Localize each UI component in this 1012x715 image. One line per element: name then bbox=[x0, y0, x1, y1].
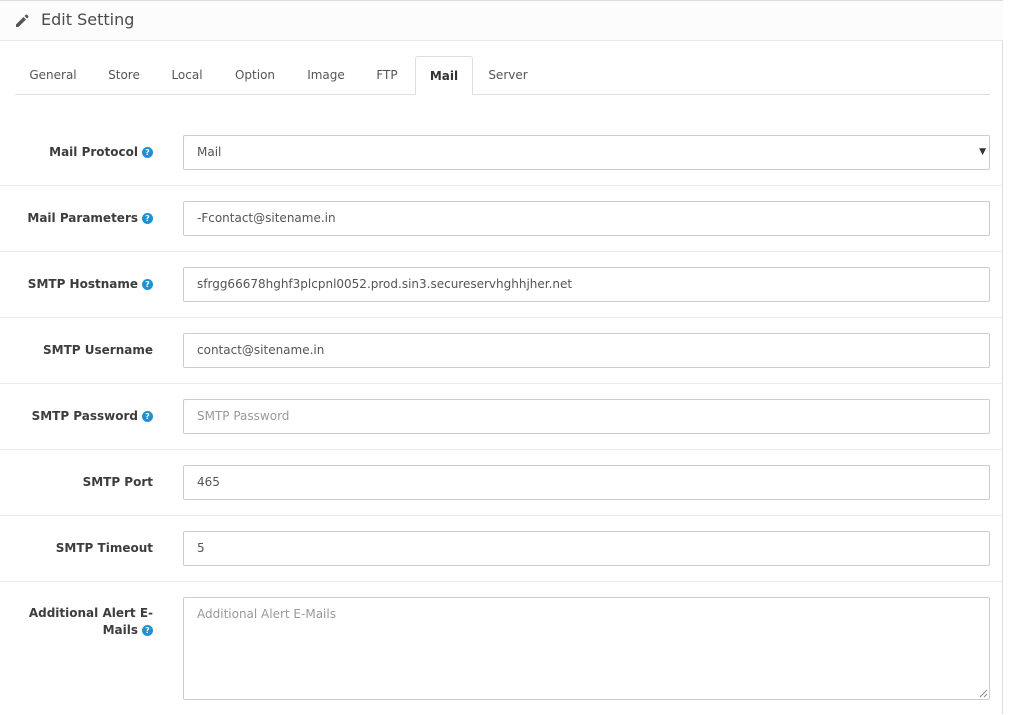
panel-heading: Edit Setting bbox=[0, 1, 1003, 41]
help-icon[interactable]: ? bbox=[142, 213, 153, 224]
alert-emails-placeholder: Additional Alert E-Mails bbox=[197, 607, 336, 621]
mail-parameters-label-text: Mail Parameters bbox=[27, 211, 138, 225]
pencil-icon bbox=[16, 14, 29, 27]
form-row-smtp-timeout: SMTP Timeout 5 bbox=[0, 516, 1003, 582]
tab-local[interactable]: Local bbox=[157, 56, 217, 95]
smtp-timeout-input[interactable]: 5 bbox=[183, 531, 990, 566]
help-icon[interactable]: ? bbox=[142, 147, 153, 158]
smtp-port-label: SMTP Port bbox=[82, 475, 153, 489]
smtp-port-input[interactable]: 465 bbox=[183, 465, 990, 500]
tab-store[interactable]: Store bbox=[91, 56, 157, 95]
mail-protocol-select[interactable]: Mail ▼ bbox=[183, 135, 990, 170]
settings-panel: Edit Setting General Store Local Option … bbox=[0, 0, 1003, 714]
mail-parameters-input[interactable]: -Fcontact@sitename.in bbox=[183, 201, 990, 236]
smtp-timeout-label: SMTP Timeout bbox=[55, 541, 153, 555]
help-icon[interactable]: ? bbox=[142, 279, 153, 290]
tab-ftp[interactable]: FTP bbox=[359, 56, 415, 95]
tab-option[interactable]: Option bbox=[217, 56, 293, 95]
form-row-smtp-password: SMTP Password? SMTP Password bbox=[0, 384, 1003, 450]
mail-protocol-label: Mail Protocol? bbox=[49, 144, 153, 161]
help-icon[interactable]: ? bbox=[142, 411, 153, 422]
smtp-username-label: SMTP Username bbox=[43, 343, 153, 357]
form-row-mail-protocol: Mail Protocol? Mail ▼ bbox=[0, 119, 1003, 186]
tab-mail[interactable]: Mail bbox=[415, 56, 473, 95]
tab-general[interactable]: General bbox=[15, 56, 91, 95]
tab-image[interactable]: Image bbox=[293, 56, 359, 95]
smtp-password-input[interactable]: SMTP Password bbox=[183, 399, 990, 434]
page-title: Edit Setting bbox=[41, 10, 135, 29]
alert-emails-label-line2: Mails bbox=[102, 623, 138, 637]
smtp-password-label: SMTP Password? bbox=[32, 408, 153, 425]
smtp-hostname-label-text: SMTP Hostname bbox=[27, 277, 138, 291]
mail-parameters-label: Mail Parameters? bbox=[27, 210, 153, 227]
alert-emails-textarea[interactable]: Additional Alert E-Mails bbox=[183, 597, 990, 700]
alert-emails-label-line1: Additional Alert E- bbox=[28, 606, 153, 620]
mail-protocol-label-text: Mail Protocol bbox=[49, 145, 138, 159]
smtp-username-input[interactable]: contact@sitename.in bbox=[183, 333, 990, 368]
smtp-hostname-input[interactable]: sfrgg66678hghf3plcpnl0052.prod.sin3.secu… bbox=[183, 267, 990, 302]
form-row-smtp-port: SMTP Port 465 bbox=[0, 450, 1003, 516]
caret-down-icon: ▼ bbox=[979, 147, 986, 157]
smtp-password-label-text: SMTP Password bbox=[31, 409, 138, 423]
alert-emails-label: Additional Alert E- Mails? bbox=[29, 605, 153, 639]
form-row-alert-emails: Additional Alert E- Mails? Additional Al… bbox=[0, 582, 1003, 715]
tab-server[interactable]: Server bbox=[473, 56, 543, 95]
resize-grip-icon[interactable] bbox=[979, 689, 988, 698]
form-row-mail-parameters: Mail Parameters? -Fcontact@sitename.in bbox=[0, 186, 1003, 252]
mail-protocol-value: Mail bbox=[197, 145, 222, 159]
smtp-hostname-label: SMTP Hostname? bbox=[28, 276, 153, 293]
form-row-smtp-hostname: SMTP Hostname? sfrgg66678hghf3plcpnl0052… bbox=[0, 252, 1003, 318]
help-icon[interactable]: ? bbox=[142, 625, 153, 636]
alert-emails-label-line2-wrap: Mails? bbox=[29, 622, 153, 639]
form-row-smtp-username: SMTP Username contact@sitename.in bbox=[0, 318, 1003, 384]
settings-tabs: General Store Local Option Image FTP Mai… bbox=[15, 56, 990, 95]
